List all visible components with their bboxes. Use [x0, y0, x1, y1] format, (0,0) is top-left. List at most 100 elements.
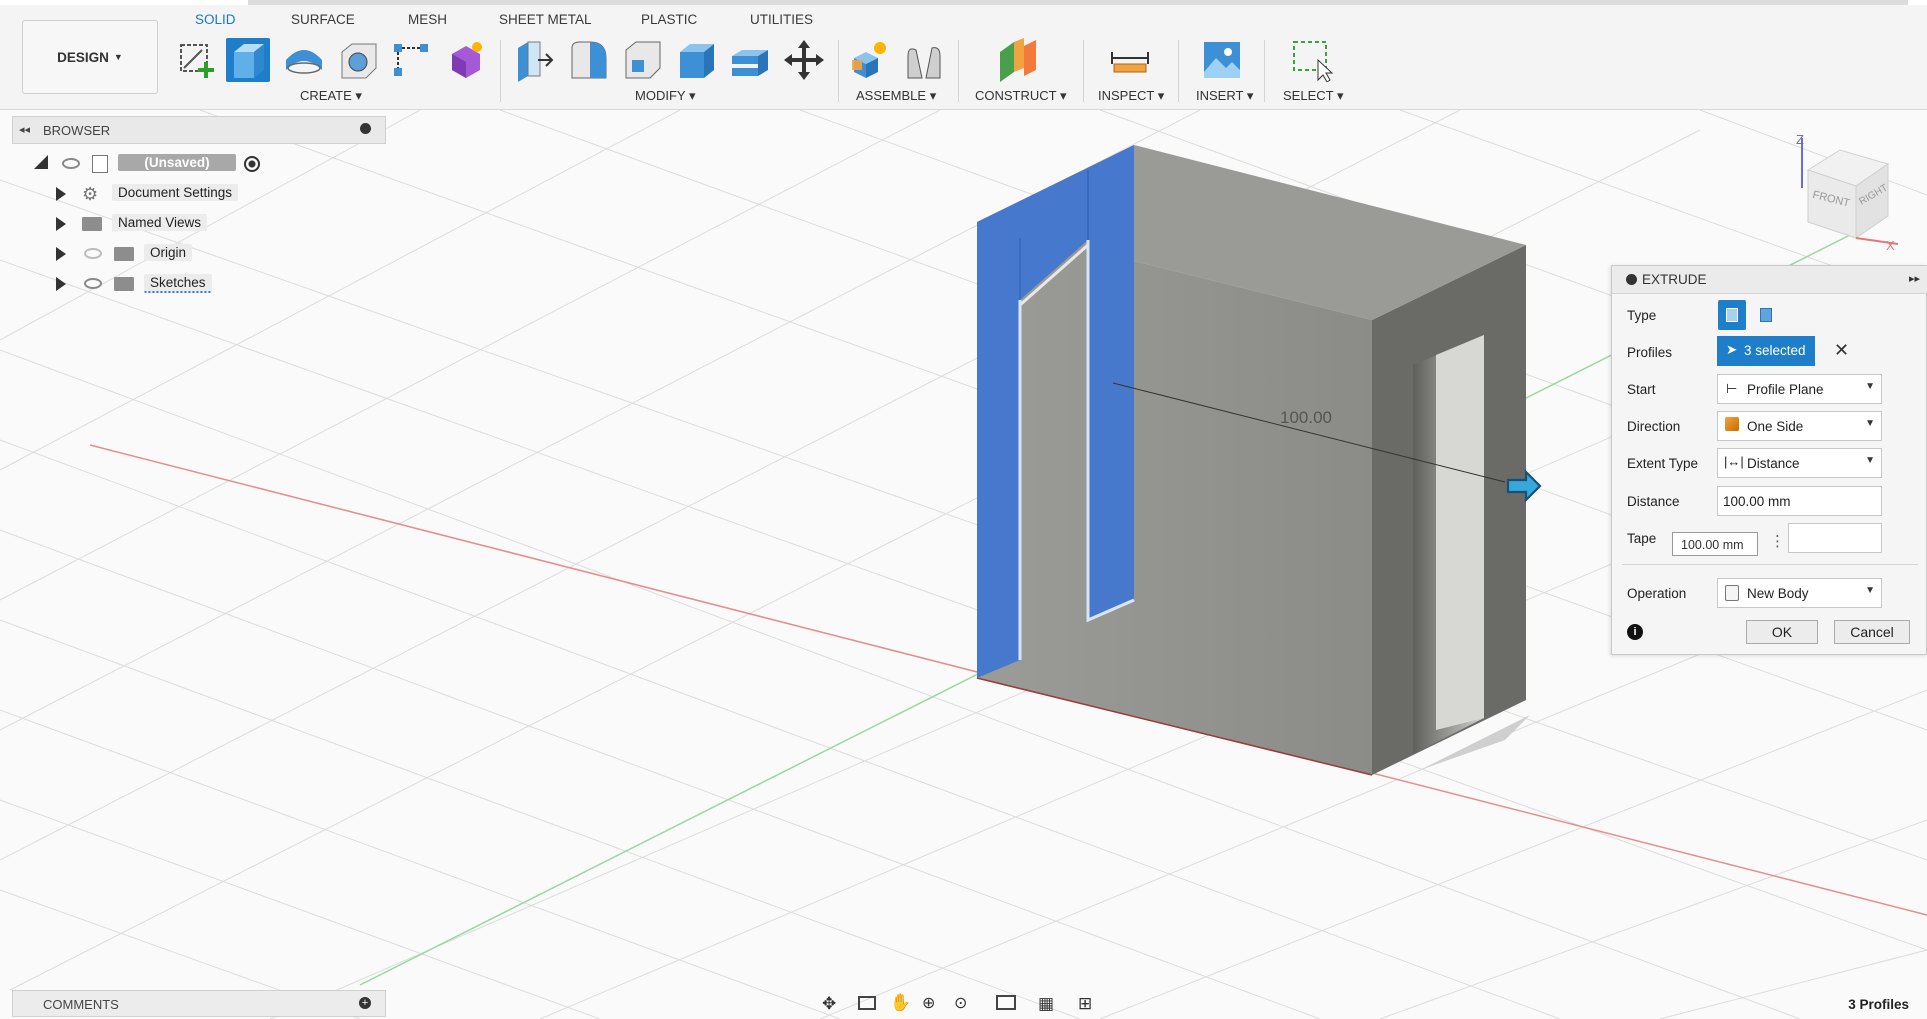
tab-solid[interactable]: SOLID [195, 12, 236, 27]
taper-value: 100.00 mm [1681, 538, 1744, 552]
root-label: (Unsaved) [118, 154, 236, 171]
offset-plane-button[interactable] [996, 38, 1040, 82]
tab-plastic[interactable]: PLASTIC [641, 12, 697, 27]
fillet-button[interactable] [566, 38, 610, 82]
comments-panel[interactable]: COMMENTS + [12, 990, 386, 1017]
look-at-icon[interactable] [858, 996, 876, 1010]
move-copy-button[interactable] [782, 38, 826, 82]
type-one-side-button[interactable] [1718, 300, 1746, 330]
comments-title: COMMENTS [43, 997, 119, 1012]
joint-icon [907, 47, 941, 79]
more-options-icon[interactable]: ⋮ [1770, 532, 1785, 550]
viewcube-z-label: Z [1796, 132, 1804, 147]
extrude-thin-icon [1760, 308, 1772, 322]
new-component-button[interactable] [848, 38, 892, 82]
image-icon [1204, 42, 1240, 78]
expand-icon[interactable] [56, 187, 66, 201]
viewcube[interactable]: FRONT RIGHT Z X [1790, 130, 1900, 253]
move-icon [784, 40, 824, 80]
display-settings-icon[interactable] [996, 995, 1016, 1010]
pattern-button[interactable] [390, 38, 434, 82]
operation-select[interactable]: New Body ▼ [1717, 578, 1882, 608]
eye-hidden-icon[interactable] [84, 248, 102, 259]
shell-icon [680, 44, 714, 78]
browser-item-sketches[interactable]: Sketches [52, 271, 252, 297]
eye-icon[interactable] [84, 278, 102, 289]
browser-item-named-views[interactable]: Named Views [52, 211, 252, 237]
component-icon [852, 42, 886, 78]
press-pull-button[interactable] [512, 38, 556, 82]
workspace-switcher-button[interactable]: DESIGN ▼ [22, 20, 158, 94]
dropdown-arrow-icon: ▼ [1865, 381, 1875, 392]
expand-dialog-icon[interactable]: ▸▸ [1909, 272, 1920, 285]
create-menu[interactable]: CREATE ▾ [300, 88, 362, 104]
tab-sheet-metal[interactable]: SHEET METAL [499, 12, 592, 27]
expand-icon[interactable] [56, 247, 66, 261]
measure-button[interactable] [1108, 38, 1152, 82]
folder-icon [82, 217, 102, 231]
ok-button[interactable]: OK [1746, 620, 1818, 644]
orbit-icon[interactable]: ✥ [822, 994, 836, 1014]
joint-button[interactable] [902, 38, 946, 82]
browser-item-document-settings[interactable]: ⚙ Document Settings [52, 181, 252, 207]
zoom-window-icon[interactable]: ⊙ [954, 993, 967, 1013]
expand-icon[interactable] [56, 217, 66, 231]
activate-icon[interactable] [244, 156, 260, 172]
extrude-dialog-header[interactable]: EXTRUDE ▸▸ [1612, 266, 1927, 294]
direction-select[interactable]: One Side ▼ [1717, 411, 1882, 441]
inspect-menu[interactable]: INSPECT ▾ [1098, 88, 1164, 104]
distance-input[interactable]: 100.00 mm [1717, 486, 1882, 516]
extrude-button[interactable] [226, 38, 270, 82]
dialog-minus-icon[interactable] [1626, 274, 1637, 285]
browser-root-row[interactable]: (Unsaved) [30, 151, 260, 177]
viewcube-x-label: X [1886, 238, 1895, 250]
construct-menu[interactable]: CONSTRUCT ▾ [975, 88, 1067, 104]
insert-image-button[interactable] [1200, 38, 1244, 82]
tab-surface[interactable]: SURFACE [291, 12, 355, 27]
pattern-icon [394, 44, 428, 76]
collapse-icon[interactable]: ◂◂ [19, 123, 30, 136]
hole-button[interactable] [336, 38, 380, 82]
add-comment-icon[interactable]: + [359, 997, 371, 1009]
extrude-dialog: EXTRUDE ▸▸ Type Profiles ➤ 3 selected ✕ … [1611, 265, 1927, 655]
shell-button[interactable] [674, 38, 718, 82]
zoom-icon[interactable]: ⊕ [922, 993, 935, 1013]
start-select[interactable]: ⊢ Profile Plane ▼ [1717, 374, 1882, 404]
insert-menu[interactable]: INSERT ▾ [1196, 88, 1253, 104]
modify-menu[interactable]: MODIFY ▾ [635, 88, 695, 104]
expand-icon[interactable] [56, 277, 66, 291]
browser-title: BROWSER [43, 123, 111, 138]
clear-selection-icon[interactable]: ✕ [1834, 340, 1849, 361]
cancel-button[interactable]: Cancel [1834, 620, 1910, 644]
revolve-button[interactable] [282, 38, 326, 82]
chamfer-button[interactable] [620, 38, 664, 82]
eye-icon[interactable] [62, 158, 80, 169]
folder-icon [114, 247, 134, 261]
grid-icon[interactable]: ▦ [1038, 994, 1054, 1014]
select-menu[interactable]: SELECT ▾ [1283, 88, 1343, 104]
assemble-menu[interactable]: ASSEMBLE ▾ [856, 88, 936, 104]
taper-input[interactable] [1788, 523, 1882, 553]
press-pull-icon [518, 41, 554, 82]
tab-utilities[interactable]: UTILITIES [750, 12, 813, 27]
type-thin-button[interactable] [1752, 300, 1780, 330]
tab-mesh[interactable]: MESH [408, 12, 447, 27]
viewports-icon[interactable]: ⊞ [1078, 994, 1092, 1014]
profiles-value: 3 selected [1744, 343, 1806, 358]
extent-type-select[interactable]: |↔| Distance ▼ [1717, 448, 1882, 478]
create-sketch-button[interactable] [176, 38, 220, 82]
create-form-button[interactable] [444, 38, 488, 82]
profiles-select-button[interactable]: ➤ 3 selected [1717, 336, 1815, 366]
type-label: Type [1627, 308, 1657, 323]
cursor-icon: ➤ [1726, 342, 1738, 357]
split-body-button[interactable] [728, 38, 772, 82]
distance-label: Distance [1627, 494, 1680, 509]
collapse-triangle-icon[interactable] [34, 155, 48, 169]
extrude-icon [234, 44, 264, 78]
minimize-icon[interactable] [360, 123, 371, 134]
workspace-label: DESIGN [57, 49, 109, 65]
browser-item-origin[interactable]: Origin [52, 241, 252, 267]
info-icon[interactable]: i [1627, 624, 1643, 640]
select-button[interactable] [1290, 38, 1334, 83]
pan-icon[interactable]: ✋ [890, 993, 911, 1013]
